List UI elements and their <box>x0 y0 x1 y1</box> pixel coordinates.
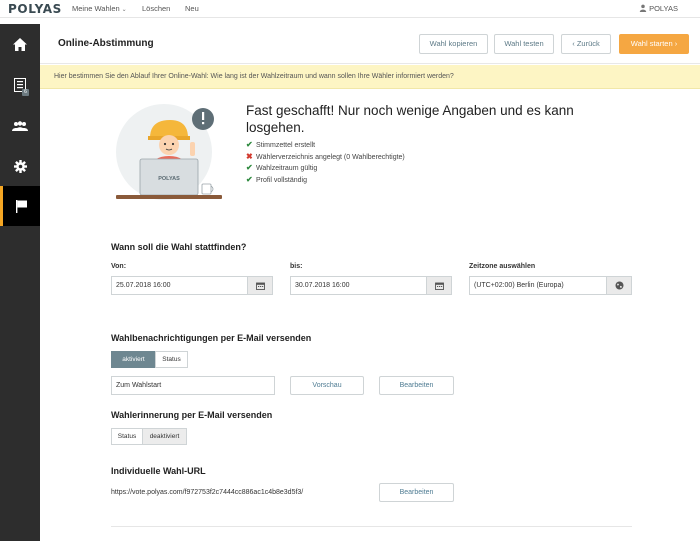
notifications-section-title: Wahlbenachrichtigungen per E-Mail versen… <box>111 333 312 343</box>
sidebar-item-ballot[interactable]: 6 <box>0 65 40 105</box>
sidebar-item-start[interactable] <box>0 186 40 226</box>
test-election-button[interactable]: Wahl testen <box>494 34 554 54</box>
check-icon: ✔ <box>246 163 253 172</box>
top-navigation: POLYAS Meine Wahlen ⌄ Löschen Neu POLYAS <box>0 0 700 18</box>
status-checklist: ✔ Stimmzettel erstellt ✖ Wählerverzeichnis… <box>246 139 405 185</box>
preview-button[interactable]: Vorschau <box>290 376 364 395</box>
section-divider <box>111 526 632 527</box>
notifications-toggle-activated[interactable]: aktiviert <box>111 351 156 368</box>
checklist-item: ✖ Wählerverzeichnis angelegt (0 Wahlberec… <box>246 151 405 163</box>
edit-url-button[interactable]: Bearbeiten <box>379 483 454 502</box>
hero-title: Fast geschafft! Nur noch wenige Angaben … <box>246 103 574 135</box>
nav-meine-wahlen-label: Meine Wahlen <box>72 4 120 13</box>
checklist-item: ✔ Wahlzeitraum gültig <box>246 162 405 174</box>
info-banner: Hier bestimmen Sie den Ablauf Ihrer Onli… <box>40 65 700 89</box>
end-calendar-button[interactable] <box>426 276 452 295</box>
from-label: Von: <box>111 263 127 270</box>
info-banner-text: Hier bestimmen Sie den Ablauf Ihrer Onli… <box>54 73 454 80</box>
checklist-item: ✔ Stimmzettel erstellt <box>246 139 405 151</box>
checklist-item: ✔ Profil vollständig <box>246 174 405 186</box>
checklist-item-label: Profil vollständig <box>256 176 307 184</box>
page-header: Online-Abstimmung Wahl kopieren Wahl tes… <box>40 24 700 64</box>
person-laptop-illustration: POLYAS <box>116 104 222 200</box>
check-icon: ✔ <box>246 140 253 149</box>
chevron-down-icon: ⌄ <box>121 7 127 13</box>
reminder-section-title: Wahlerinnerung per E-Mail versenden <box>111 410 273 420</box>
calendar-icon <box>434 282 444 290</box>
checklist-item-label: Stimmzettel erstellt <box>256 142 316 149</box>
sidebar-item-settings[interactable] <box>0 146 40 186</box>
back-button[interactable]: ‹ Zurück <box>561 34 611 54</box>
page-title: Online-Abstimmung <box>58 38 154 49</box>
end-date-input[interactable]: 30.07.2018 16:00 <box>290 276 427 295</box>
users-icon <box>12 121 28 131</box>
sidebar-item-voters[interactable] <box>0 106 40 146</box>
laptop-label: POLYAS <box>158 176 180 182</box>
url-section-title: Individuelle Wahl-URL <box>111 466 206 476</box>
nav-meine-wahlen[interactable]: Meine Wahlen ⌄ <box>72 4 127 13</box>
edit-notification-button[interactable]: Bearbeiten <box>379 376 454 395</box>
copy-election-button[interactable]: Wahl kopieren <box>419 34 488 54</box>
reminder-toggle-status[interactable]: Status <box>111 428 143 445</box>
timezone-label: Zeitzone auswählen <box>469 263 536 270</box>
cross-icon: ✖ <box>246 151 253 161</box>
calendar-icon <box>255 282 265 290</box>
check-icon: ✔ <box>246 174 253 184</box>
home-icon <box>13 37 27 51</box>
start-date-input[interactable]: 25.07.2018 16:00 <box>111 276 248 295</box>
start-election-button[interactable]: Wahl starten › <box>619 34 689 54</box>
timezone-globe-button[interactable] <box>606 276 632 295</box>
schedule-section-title: Wann soll die Wahl stattfinden? <box>111 242 247 252</box>
polyas-logo[interactable]: POLYAS <box>8 2 62 16</box>
globe-icon <box>615 281 623 290</box>
sidebar: 6 <box>0 24 40 541</box>
sidebar-item-home[interactable] <box>0 24 40 64</box>
checklist-item-label: Wahlzeitraum gültig <box>256 165 318 172</box>
reminder-toggle-deactivated[interactable]: deaktiviert <box>142 428 187 445</box>
checklist-item-label: Wählerverzeichnis angelegt (0 Wahlberech… <box>256 153 405 161</box>
notifications-toggle-status[interactable]: Status <box>155 351 188 368</box>
user-name: POLYAS <box>649 4 678 13</box>
sidebar-badge: 6 <box>22 89 29 96</box>
nav-loeschen[interactable]: Löschen <box>142 4 170 13</box>
notification-timing-select[interactable]: Zum Wahlstart <box>111 376 275 395</box>
user-menu[interactable]: POLYAS <box>639 4 678 13</box>
flag-icon <box>16 199 27 213</box>
gear-icon <box>13 159 27 173</box>
timezone-select[interactable]: (UTC+02:00) Berlin (Europa) <box>469 276 607 295</box>
election-url: https://vote.polyas.com/f972753f2c7444cc… <box>111 489 304 496</box>
start-calendar-button[interactable] <box>247 276 273 295</box>
user-icon <box>639 4 647 12</box>
nav-neu[interactable]: Neu <box>185 4 199 13</box>
to-label: bis: <box>290 263 303 270</box>
